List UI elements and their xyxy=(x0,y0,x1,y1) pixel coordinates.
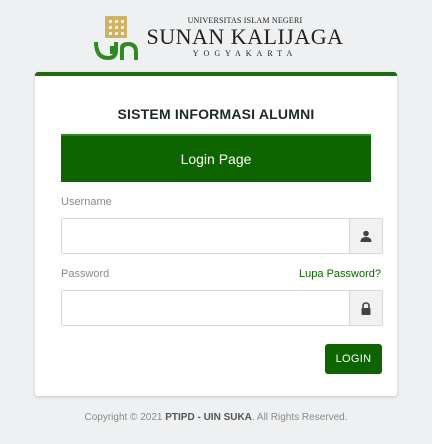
forgot-password-link[interactable]: Lupa Password? xyxy=(299,268,381,280)
password-label: Password xyxy=(61,268,110,280)
username-label: Username xyxy=(61,196,112,208)
login-button[interactable]: LOGIN xyxy=(325,344,382,374)
login-banner: Login Page xyxy=(61,134,371,182)
logo-emblem-icon xyxy=(88,14,144,66)
logo-city: YOGYAKARTA xyxy=(192,49,298,58)
password-field[interactable] xyxy=(61,290,383,326)
login-card: SISTEM INFORMASI ALUMNI Login Page Usern… xyxy=(35,72,397,396)
footer-org: PTIPD - UIN SUKA xyxy=(165,412,252,423)
university-logo: UNIVERSITAS ISLAM NEGERI SUNAN KALIJAGA … xyxy=(0,14,432,66)
page-title: SISTEM INFORMASI ALUMNI xyxy=(117,106,315,122)
footer-prefix: Copyright © 2021 xyxy=(84,412,166,423)
lock-icon xyxy=(349,291,382,325)
username-field[interactable] xyxy=(61,218,383,254)
logo-text: UNIVERSITAS ISLAM NEGERI SUNAN KALIJAGA … xyxy=(146,14,343,58)
footer-suffix: . All Rights Reserved. xyxy=(251,412,348,423)
footer-copyright: Copyright © 2021 PTIPD - UIN SUKA. All R… xyxy=(0,412,432,423)
login-banner-label: Login Page xyxy=(180,151,252,167)
user-icon xyxy=(349,219,382,253)
logo-name: SUNAN KALIJAGA xyxy=(146,24,344,49)
